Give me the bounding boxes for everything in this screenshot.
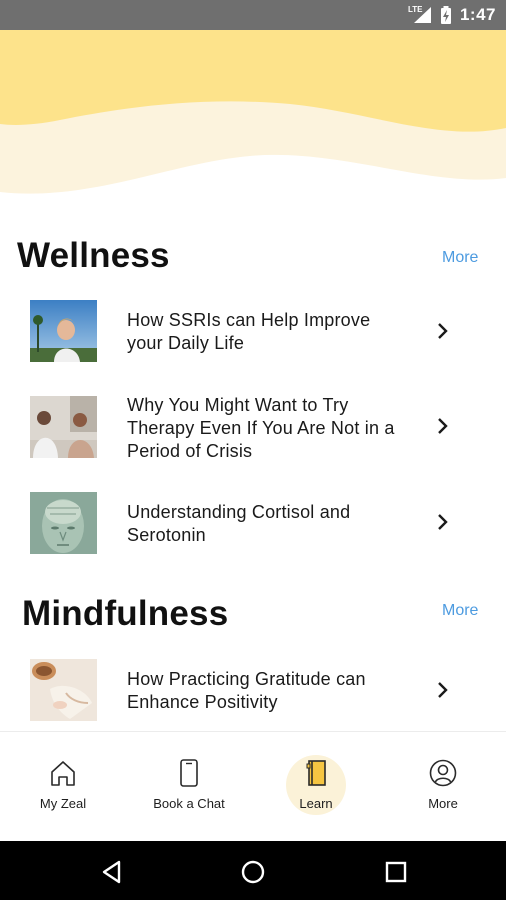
- article-item[interactable]: Understanding Cortisol and Serotonin: [0, 492, 506, 554]
- nav-label: More: [428, 796, 458, 811]
- home-icon: [51, 761, 75, 786]
- profile-icon: [429, 759, 457, 787]
- article-thumbnail: [30, 396, 97, 458]
- section-title-wellness: Wellness: [17, 236, 170, 275]
- chevron-right-icon: [438, 682, 448, 698]
- battery-icon: [440, 6, 452, 24]
- section-title-mindfulness: Mindfulness: [22, 594, 229, 633]
- chevron-right-icon: [438, 514, 448, 530]
- status-bar: LTE 1:47: [0, 0, 506, 30]
- article-item[interactable]: Why You Might Want to Try Therapy Even I…: [0, 395, 506, 461]
- article-title: How Practicing Gratitude can Enhance Pos…: [127, 669, 366, 712]
- back-icon[interactable]: [99, 859, 125, 885]
- nav-label: Learn: [299, 796, 333, 811]
- home-button-icon[interactable]: [240, 859, 266, 885]
- article-title: Understanding Cortisol and Serotonin: [127, 502, 351, 545]
- bottom-nav: My Zeal Book a Chat Learn More: [0, 731, 506, 841]
- system-nav-bar: [0, 841, 506, 900]
- article-thumbnail: [30, 492, 97, 554]
- article-thumbnail: [30, 659, 97, 721]
- nav-learn[interactable]: Learn: [253, 732, 379, 842]
- nav-book-a-chat[interactable]: Book a Chat: [126, 732, 252, 842]
- hero-banner: [0, 30, 506, 200]
- article-item[interactable]: How SSRIs can Help Improve your Daily Li…: [0, 300, 506, 362]
- signal-icon: LTE: [407, 5, 432, 24]
- nav-more[interactable]: More: [380, 732, 506, 842]
- article-item[interactable]: How Practicing Gratitude can Enhance Pos…: [0, 659, 506, 721]
- nav-my-zeal[interactable]: My Zeal: [0, 732, 126, 842]
- status-indicators: LTE 1:47: [407, 0, 496, 30]
- network-type: LTE: [407, 5, 423, 14]
- recents-icon[interactable]: [383, 859, 409, 885]
- clock: 1:47: [459, 5, 496, 24]
- chevron-right-icon: [438, 323, 448, 339]
- mindfulness-more-link[interactable]: More: [442, 602, 478, 620]
- chevron-right-icon: [438, 418, 448, 434]
- nav-label: Book a Chat: [153, 796, 225, 811]
- phone-icon: [180, 759, 198, 787]
- article-title: Why You Might Want to Try Therapy Even I…: [127, 395, 395, 461]
- book-icon: [306, 760, 326, 786]
- article-thumbnail: [30, 300, 97, 362]
- nav-label: My Zeal: [39, 796, 87, 811]
- article-title: How SSRIs can Help Improve your Daily Li…: [127, 310, 371, 353]
- wellness-more-link[interactable]: More: [442, 249, 478, 267]
